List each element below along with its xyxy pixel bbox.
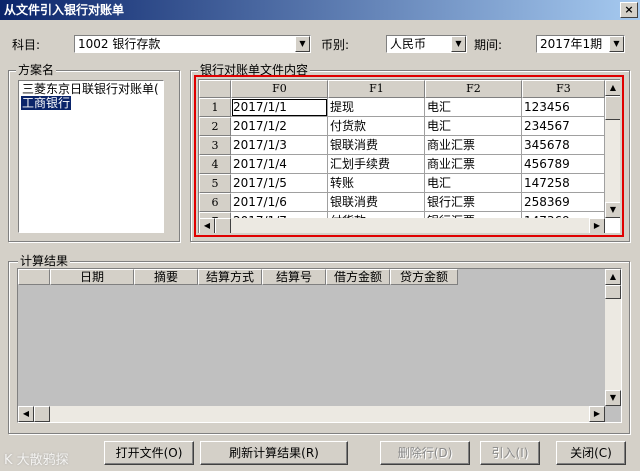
row-header[interactable]: 5 xyxy=(199,174,231,193)
grid-cell[interactable]: 2017/1/4 xyxy=(231,155,328,174)
grid-horizontal-scrollbar[interactable]: ◀ ▶ xyxy=(199,218,605,233)
grid-vertical-scrollbar[interactable]: ▲ ▼ xyxy=(605,80,620,218)
grid-cell[interactable]: 转账 xyxy=(328,174,425,193)
grid-cell[interactable]: 123456 xyxy=(522,98,605,117)
row-header[interactable]: 1 xyxy=(199,98,231,117)
watermark: K 大散鸦探 xyxy=(4,453,69,468)
result-column-credit[interactable]: 贷方金额 xyxy=(390,269,458,285)
grid-cell[interactable]: 2017/1/2 xyxy=(231,117,328,136)
result-column-debit[interactable]: 借方金额 xyxy=(326,269,390,285)
column-header-f1[interactable]: F1 xyxy=(328,80,425,98)
import-button[interactable]: 引入(I) xyxy=(480,441,540,465)
close-window-button[interactable]: × xyxy=(620,2,638,18)
subject-label: 科目: xyxy=(12,38,41,52)
open-file-button[interactable]: 打开文件(O) xyxy=(104,441,194,465)
period-label: 期间: xyxy=(474,38,503,52)
grid-cell[interactable]: 银联消费 xyxy=(328,136,425,155)
file-grid[interactable]: F0 F1 F2 F3 1 2017/1/1 提现 电汇 123456 2 20… xyxy=(198,79,620,233)
grid-cell[interactable]: 2017/1/1 xyxy=(231,98,328,117)
result-column-settlement-method[interactable]: 结算方式 xyxy=(198,269,262,285)
currency-value: 人民币 xyxy=(390,37,427,51)
scroll-left-icon[interactable]: ◀ xyxy=(199,218,215,233)
close-button[interactable]: 关闭(C) xyxy=(556,441,626,465)
grid-cell[interactable]: 345678 xyxy=(522,136,605,155)
grid-cell[interactable]: 456789 xyxy=(522,155,605,174)
period-dropdown-icon[interactable]: ▼ xyxy=(609,36,624,52)
result-group-title: 计算结果 xyxy=(18,254,71,268)
grid-cell[interactable]: 电汇 xyxy=(425,117,522,136)
grid-cell[interactable]: 2017/1/3 xyxy=(231,136,328,155)
scroll-down-icon[interactable]: ▼ xyxy=(605,202,620,218)
result-column-settlement-number[interactable]: 结算号 xyxy=(262,269,326,285)
scheme-group-title: 方案名 xyxy=(16,63,57,77)
result-column-summary[interactable]: 摘要 xyxy=(134,269,198,285)
result-grid[interactable]: 日期 摘要 结算方式 结算号 借方金额 贷方金额 ▲ ▼ ◀ ▶ xyxy=(17,268,622,423)
row-header[interactable]: 4 xyxy=(199,155,231,174)
currency-select[interactable]: 人民币 ▼ xyxy=(386,35,467,53)
column-header-f3[interactable]: F3 xyxy=(522,80,605,98)
grid-cell[interactable]: 2017/1/6 xyxy=(231,193,328,212)
grid-cell[interactable]: 提现 xyxy=(328,98,425,117)
currency-dropdown-icon[interactable]: ▼ xyxy=(451,36,466,52)
row-header[interactable]: 2 xyxy=(199,117,231,136)
grid-cell[interactable]: 234567 xyxy=(522,117,605,136)
grid-cell[interactable]: 2017/1/5 xyxy=(231,174,328,193)
scheme-list[interactable]: 三菱东京日联银行对账单( 工商银行 xyxy=(18,80,164,233)
grid-cell[interactable]: 汇划手续费 xyxy=(328,155,425,174)
result-vertical-scrollbar[interactable]: ▲ ▼ xyxy=(605,269,621,406)
window-title: 从文件引入银行对账单 xyxy=(4,3,125,17)
row-header[interactable]: 3 xyxy=(199,136,231,155)
grid-cell[interactable]: 商业汇票 xyxy=(425,155,522,174)
refresh-result-button[interactable]: 刷新计算结果(R) xyxy=(200,441,348,465)
column-header-f0[interactable]: F0 xyxy=(231,80,328,98)
grid-cell[interactable]: 258369 xyxy=(522,193,605,212)
grid-cell[interactable]: 银行汇票 xyxy=(425,193,522,212)
scroll-right-icon[interactable]: ▶ xyxy=(589,406,605,422)
period-value: 2017年1期 xyxy=(540,37,603,51)
file-grid-highlight: F0 F1 F2 F3 1 2017/1/1 提现 电汇 123456 2 20… xyxy=(194,75,624,237)
grid-corner xyxy=(199,80,231,98)
scheme-item-selected[interactable]: 工商银行 xyxy=(21,96,72,110)
scroll-up-icon[interactable]: ▲ xyxy=(605,80,620,96)
result-column-date[interactable]: 日期 xyxy=(50,269,134,285)
row-header[interactable]: 6 xyxy=(199,193,231,212)
title-bar: 从文件引入银行对账单 × xyxy=(0,0,640,20)
grid-cell[interactable]: 付货款 xyxy=(328,117,425,136)
scroll-thumb[interactable] xyxy=(605,96,620,120)
column-header-f2[interactable]: F2 xyxy=(425,80,522,98)
grid-cell[interactable]: 147258 xyxy=(522,174,605,193)
result-corner xyxy=(18,269,50,285)
subject-dropdown-icon[interactable]: ▼ xyxy=(295,36,310,52)
result-horizontal-scrollbar[interactable]: ◀ ▶ xyxy=(18,406,605,422)
scroll-thumb[interactable] xyxy=(34,406,50,422)
scroll-up-icon[interactable]: ▲ xyxy=(605,269,621,285)
scheme-item[interactable]: 三菱东京日联银行对账单( xyxy=(21,82,160,96)
subject-value: 1002 银行存款 xyxy=(78,37,161,51)
scroll-down-icon[interactable]: ▼ xyxy=(605,390,621,406)
scroll-thumb[interactable] xyxy=(605,285,621,299)
scroll-right-icon[interactable]: ▶ xyxy=(589,218,605,233)
delete-row-button[interactable]: 删除行(D) xyxy=(380,441,470,465)
period-select[interactable]: 2017年1期 ▼ xyxy=(536,35,625,53)
currency-label: 币别: xyxy=(321,38,350,52)
grid-cell[interactable]: 商业汇票 xyxy=(425,136,522,155)
grid-cell[interactable]: 电汇 xyxy=(425,174,522,193)
scroll-thumb[interactable] xyxy=(215,218,231,233)
grid-cell[interactable]: 银联消费 xyxy=(328,193,425,212)
grid-cell[interactable]: 电汇 xyxy=(425,98,522,117)
subject-select[interactable]: 1002 银行存款 ▼ xyxy=(74,35,311,53)
scroll-left-icon[interactable]: ◀ xyxy=(18,406,34,422)
